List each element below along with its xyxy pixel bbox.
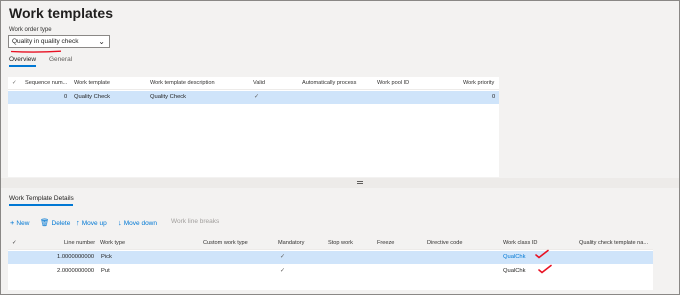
cell-sequence: 0 [64,94,68,100]
mandatory-check-icon: ✓ [280,254,285,260]
select-all-check-icon[interactable]: ✓ [12,240,17,246]
move-up-button[interactable]: ↑ Move up [76,218,107,227]
delete-label: Delete [51,220,71,227]
column-header-freeze[interactable]: Freeze [377,240,394,246]
details-grid-header: ✓ Line number Work type Custom work type… [8,237,653,250]
valid-check-icon: ✓ [254,94,259,100]
cell-work-type: Put [101,268,110,274]
tab-general[interactable]: General [49,56,72,63]
active-tab-indicator [9,65,36,67]
cell-description: Quality Check [150,94,187,100]
work-order-type-value: Quality in quality check [12,38,79,45]
cell-work-priority: 0 [492,94,496,100]
select-all-check-icon[interactable]: ✓ [12,80,17,86]
column-header-work-priority[interactable]: Work priority [463,80,494,86]
work-order-type-select[interactable]: Quality in quality check ⌄ [8,35,110,48]
column-header-work-class-id[interactable]: Work class ID [503,240,537,246]
table-row[interactable]: 0 Quality Check Quality Check ✓ 0 [8,91,499,104]
table-row[interactable]: 1.0000000000 Pick ✓ QualChk [8,251,653,264]
new-label: New [16,220,30,227]
delete-button[interactable]: 🗑 Delete [40,218,70,227]
details-tab-indicator [9,204,73,206]
column-header-directive-code[interactable]: Directive code [427,240,462,246]
move-up-label: Move up [81,220,107,227]
column-header-line-number[interactable]: Line number [64,240,95,246]
plus-icon: + [10,218,15,227]
work-line-breaks-button[interactable]: Work line breaks [171,218,219,225]
grid-header: ✓ Sequence num... Work template Work tem… [8,77,499,90]
column-header-auto-process[interactable]: Automatically process [302,80,356,86]
cell-line-number: 1.0000000000 [57,254,95,260]
column-header-work-template[interactable]: Work template [74,80,110,86]
cell-work-class-id: QualChk [503,268,526,274]
red-annotation-check [535,249,549,259]
chevron-down-icon: ⌄ [98,37,105,46]
column-header-qc-template[interactable]: Quality check template na... [579,240,648,246]
column-header-custom-work-type[interactable]: Custom work type [203,240,248,246]
arrow-up-icon: ↑ [76,218,80,227]
mandatory-check-icon: ✓ [280,268,285,274]
column-header-work-pool-id[interactable]: Work pool ID [377,80,409,86]
cell-work-template: Quality Check [74,94,111,100]
column-header-description[interactable]: Work template description [150,80,215,86]
cell-work-type: Pick [101,254,112,260]
details-title[interactable]: Work Template Details [9,195,74,202]
red-annotation-check [538,264,552,274]
column-header-mandatory[interactable]: Mandatory [278,240,304,246]
work-templates-grid: ✓ Sequence num... Work template Work tem… [8,77,499,177]
work-order-type-label: Work order type [9,27,52,33]
arrow-down-icon: ↓ [118,218,122,227]
trash-icon: 🗑 [40,218,50,227]
new-button[interactable]: + New [10,218,29,227]
table-row[interactable]: 2.0000000000 Put ✓ QualChk [8,265,653,278]
pane-splitter[interactable] [1,178,679,188]
column-header-stop-work[interactable]: Stop work [328,240,353,246]
details-grid: 1.0000000000 Pick ✓ QualChk 2.0000000000… [8,250,653,290]
move-down-label: Move down [123,220,157,227]
cell-work-class-id[interactable]: QualChk [503,254,526,260]
column-header-work-type[interactable]: Work type [100,240,125,246]
column-header-valid[interactable]: Valid [253,80,265,86]
page-title: Work templates [9,5,113,21]
splitter-grip-icon[interactable] [357,181,363,184]
column-header-sequence[interactable]: Sequence num... [25,80,67,86]
move-down-button[interactable]: ↓ Move down [118,218,157,227]
tab-overview[interactable]: Overview [9,56,36,63]
cell-line-number: 2.0000000000 [57,268,95,274]
red-annotation-underline [10,50,62,53]
